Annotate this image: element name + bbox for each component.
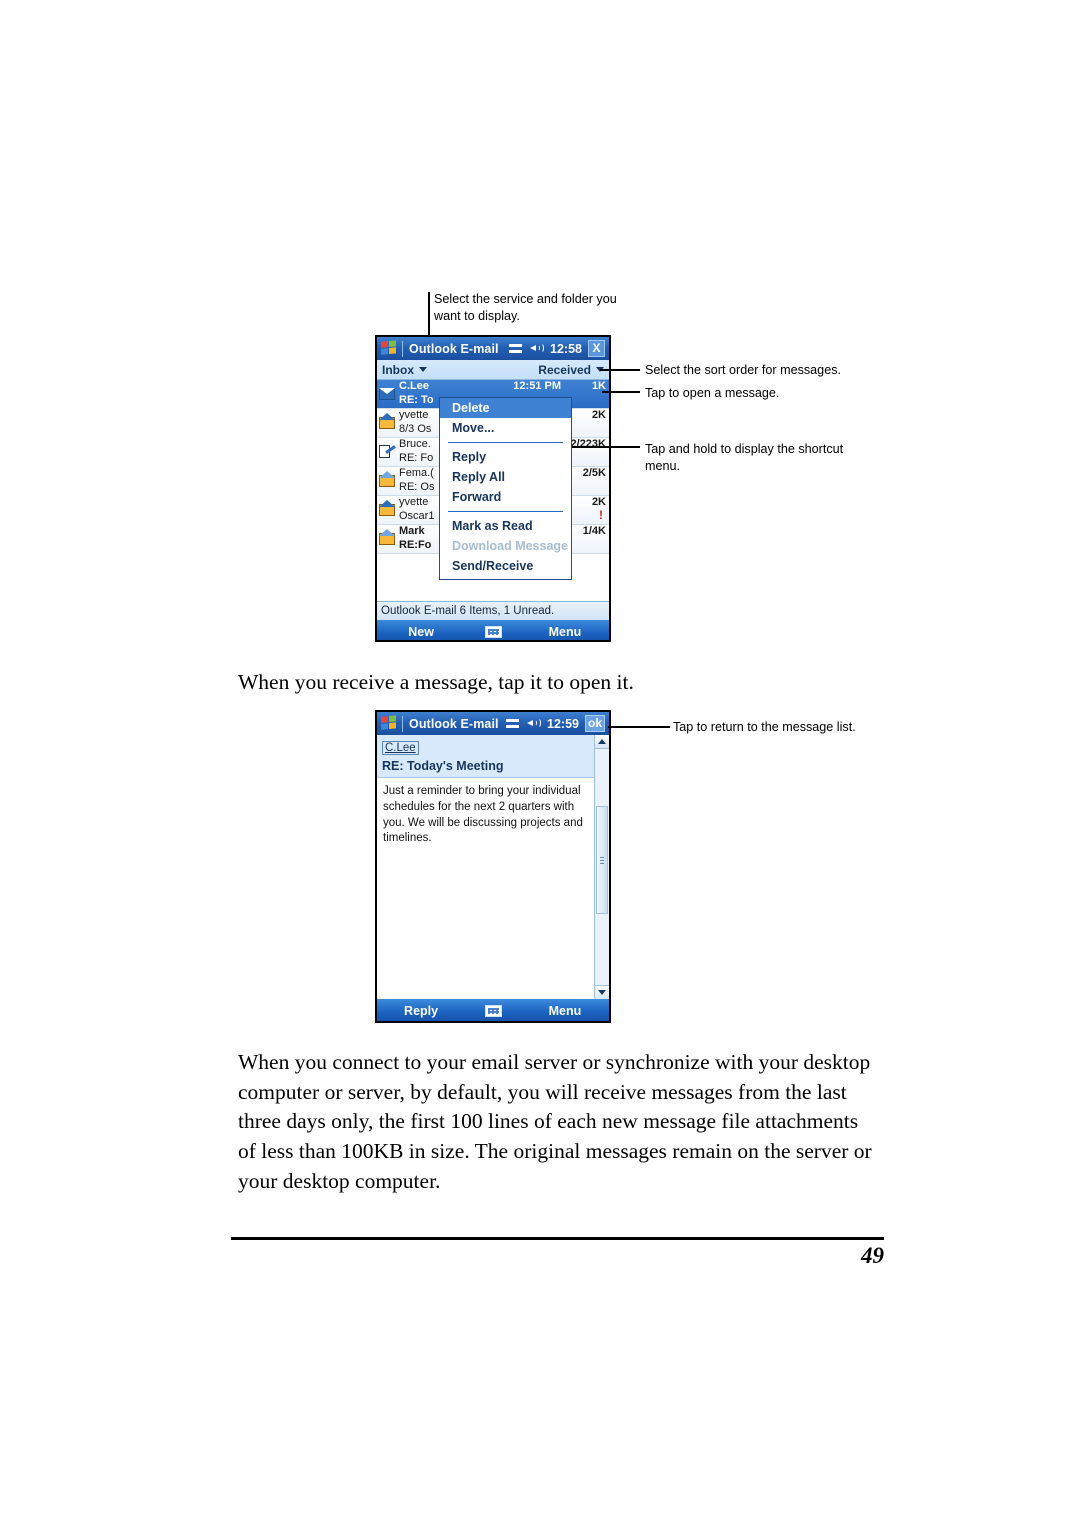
- context-menu-item-delete[interactable]: Delete: [440, 398, 571, 418]
- message-sender-link[interactable]: C.Lee: [382, 741, 419, 755]
- leader-line-open-message: [602, 391, 640, 393]
- menu-button[interactable]: Menu: [521, 625, 609, 639]
- context-menu[interactable]: Delete Move... Reply Reply All Forward M…: [439, 397, 572, 580]
- titlebar-title-reader: Outlook E-mail: [409, 716, 499, 731]
- ok-button[interactable]: ok: [584, 715, 605, 732]
- status-bar-inbox: Outlook E-mail 6 Items, 1 Unread.: [377, 601, 609, 620]
- vertical-scrollbar[interactable]: [594, 735, 609, 999]
- close-icon[interactable]: X: [588, 340, 605, 357]
- envelope-closed-icon: [377, 380, 397, 408]
- context-menu-item-reply[interactable]: Reply: [440, 447, 571, 467]
- reply-button[interactable]: Reply: [377, 1004, 465, 1018]
- context-menu-separator: [448, 442, 563, 443]
- reader-area: C.Lee RE: Today's Meeting Just a reminde…: [377, 735, 609, 999]
- speaker-icon[interactable]: [527, 717, 541, 730]
- callout-sort-order: Select the sort order for messages.: [645, 363, 841, 377]
- page-number: 49: [861, 1243, 884, 1268]
- message-subject: RE: To: [399, 394, 434, 406]
- context-menu-item-move[interactable]: Move...: [440, 418, 571, 438]
- context-menu-item-forward[interactable]: Forward: [440, 487, 571, 507]
- titlebar-status-icons: 12:58 X: [509, 340, 606, 357]
- windows-flag-icon[interactable]: [381, 715, 398, 732]
- callout-service-folder: Select the service and folder you want t…: [434, 292, 617, 323]
- sort-selector-label[interactable]: Received: [538, 363, 591, 377]
- context-menu-item-download-message: Download Message: [452, 539, 568, 553]
- device-screen-reader: Outlook E-mail 12:59 ok C.Lee RE: Today'…: [375, 710, 611, 1023]
- message-body-text: Just a reminder to bring your individual…: [377, 778, 594, 847]
- keyboard-icon[interactable]: [484, 1005, 502, 1017]
- clock-reader[interactable]: 12:59: [547, 717, 579, 731]
- scrollbar-track[interactable]: [595, 749, 609, 985]
- message-subject-heading: RE: Today's Meeting: [382, 759, 504, 773]
- message-from: Bruce.: [399, 438, 431, 450]
- sync-icon[interactable]: [509, 343, 524, 355]
- envelope-open-icon: [377, 496, 397, 524]
- context-menu-separator: [448, 511, 563, 512]
- titlebar-divider: [402, 340, 403, 357]
- new-button[interactable]: New: [377, 625, 465, 639]
- keyboard-icon[interactable]: [484, 626, 502, 638]
- message-subject: RE:Fo: [399, 539, 432, 551]
- envelope-open-icon: [377, 409, 397, 437]
- selector-bar: Inbox Received: [377, 360, 609, 380]
- soft-key-bar-reader: Reply Menu: [377, 999, 609, 1021]
- scroll-down-arrow-icon[interactable]: [595, 985, 609, 999]
- context-menu-item-send-receive[interactable]: Send/Receive: [440, 556, 571, 576]
- clock-inbox[interactable]: 12:58: [550, 342, 582, 356]
- sync-icon[interactable]: [506, 718, 521, 730]
- paragraph-receive-message: When you receive a message, tap it to op…: [238, 670, 634, 694]
- reader-content-column: C.Lee RE: Today's Meeting Just a reminde…: [377, 735, 594, 999]
- titlebar-title-inbox: Outlook E-mail: [409, 341, 499, 356]
- message-subject: RE: Fo: [399, 452, 434, 464]
- titlebar-reader: Outlook E-mail 12:59 ok: [377, 712, 609, 735]
- soft-key-bar-inbox: New Menu: [377, 620, 609, 640]
- footer-divider: [231, 1237, 884, 1240]
- message-subject: Oscar1: [399, 510, 435, 522]
- message-subject: RE: Os: [399, 481, 435, 493]
- message-from: C.Lee: [399, 380, 429, 392]
- envelope-open-icon: [377, 467, 397, 495]
- message-from: yvette: [399, 496, 429, 508]
- callout-return-list: Tap to return to the message list.: [673, 720, 856, 734]
- scroll-up-arrow-icon[interactable]: [595, 735, 609, 749]
- message-from: yvette: [399, 409, 429, 421]
- titlebar-divider: [402, 715, 403, 732]
- leader-line-sort-order: [600, 369, 640, 371]
- menu-button[interactable]: Menu: [521, 1004, 609, 1018]
- draft-icon: [377, 438, 397, 466]
- context-menu-item-reply-all[interactable]: Reply All: [440, 467, 571, 487]
- callout-shortcut-menu: Tap and hold to display the shortcut men…: [645, 442, 844, 473]
- titlebar-status-icons: 12:59 ok: [506, 715, 606, 732]
- message-time: 12:51 PM: [513, 380, 561, 392]
- scrollbar-thumb[interactable]: [596, 805, 608, 915]
- context-menu-item-mark-as-read[interactable]: Mark as Read: [440, 516, 571, 536]
- windows-flag-icon[interactable]: [381, 340, 398, 357]
- titlebar-inbox: Outlook E-mail 12:58 X: [377, 337, 609, 360]
- leader-line-return-list: [608, 726, 670, 728]
- envelope-open-icon: [377, 525, 397, 553]
- message-from: Mark: [399, 525, 425, 537]
- message-subject: 8/3 Os: [399, 423, 432, 435]
- reader-header: C.Lee RE: Today's Meeting: [377, 735, 594, 778]
- device-screen-inbox: Outlook E-mail 12:58 X Inbox Received C.…: [375, 335, 611, 642]
- speaker-icon[interactable]: [530, 342, 545, 355]
- chevron-down-icon-folder[interactable]: [419, 367, 427, 372]
- folder-selector-label[interactable]: Inbox: [382, 363, 414, 377]
- callout-open-message: Tap to open a message.: [645, 386, 780, 400]
- message-from: Fema.(: [399, 467, 434, 479]
- paragraph-connect-server: When you connect to your email server or…: [238, 1050, 872, 1193]
